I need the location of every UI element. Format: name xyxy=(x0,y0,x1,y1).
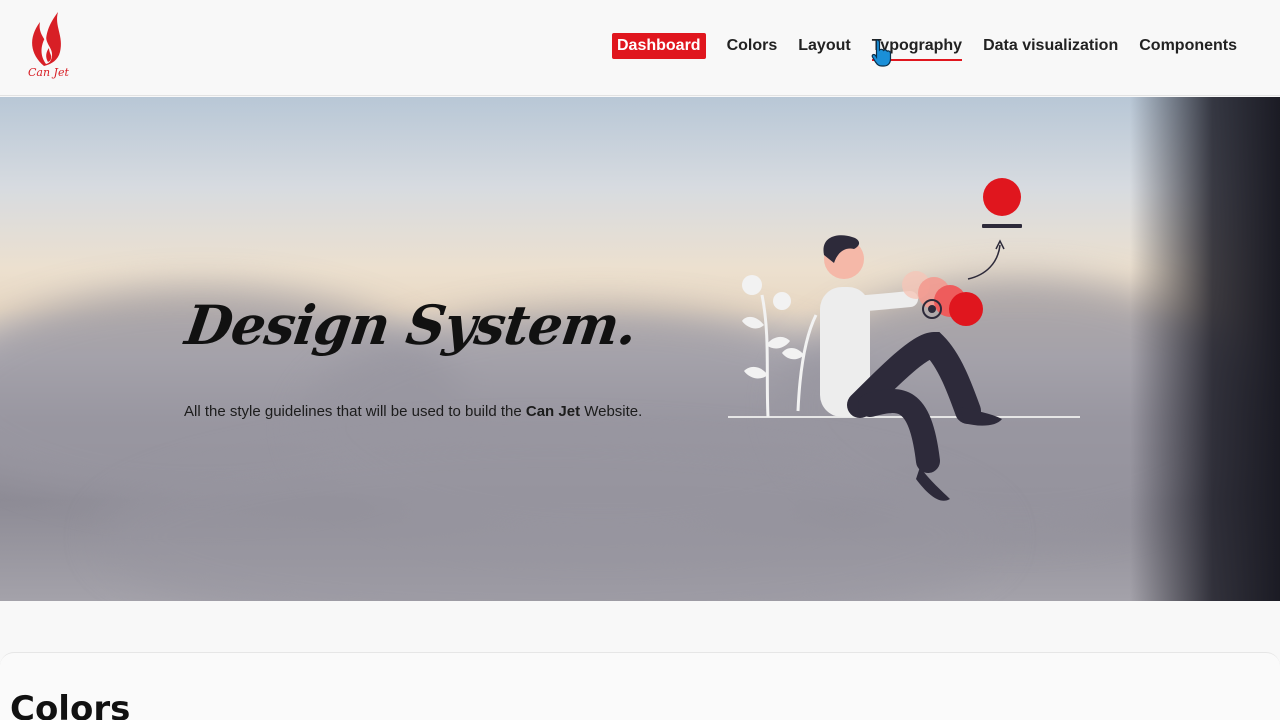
nav-colors[interactable]: Colors xyxy=(727,33,778,59)
flame-logo-icon xyxy=(32,12,61,66)
can-jet-logo[interactable]: Can Jet xyxy=(24,8,70,84)
hero-subtitle-text: All the style guidelines that will be us… xyxy=(184,403,526,420)
hero-subtitle-end: Website. xyxy=(580,403,643,420)
colors-section: Colors xyxy=(0,652,1280,720)
window-frame-shadow xyxy=(1130,97,1280,601)
top-navbar: Can Jet Dashboard Colors Layout Typograp… xyxy=(0,0,1280,96)
nav-components[interactable]: Components xyxy=(1139,33,1237,59)
nav-layout[interactable]: Layout xyxy=(798,33,850,59)
person-picking-colors-illustration xyxy=(728,178,1080,501)
hero-subtitle: All the style guidelines that will be us… xyxy=(184,403,642,420)
nav-dashboard[interactable]: Dashboard xyxy=(612,33,706,59)
main-nav: Dashboard Colors Layout Typography Data … xyxy=(612,33,1237,61)
hand-pointer-icon xyxy=(871,39,892,67)
hero-banner: Design System. All the style guidelines … xyxy=(0,97,1280,601)
logo-text: Can Jet xyxy=(28,66,69,79)
hero-title: Design System. xyxy=(181,293,641,357)
nav-data-visualization[interactable]: Data visualization xyxy=(983,33,1118,59)
hero-subtitle-brand: Can Jet xyxy=(525,403,581,420)
section-title: Colors xyxy=(10,689,131,720)
